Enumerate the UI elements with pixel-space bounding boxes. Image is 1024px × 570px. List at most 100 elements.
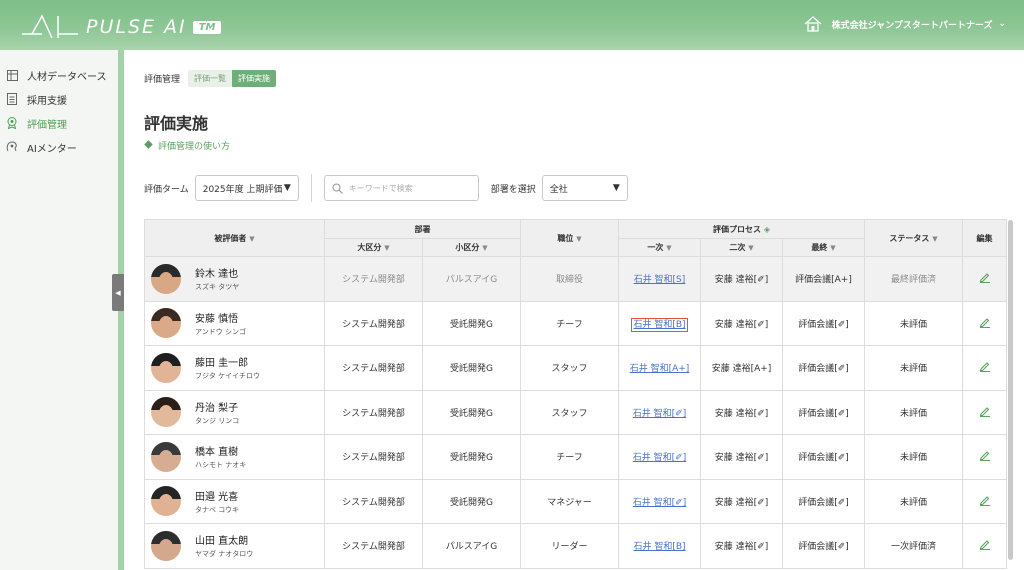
avatar bbox=[151, 352, 181, 383]
person-kana: アンドウ シンゴ bbox=[195, 327, 246, 336]
cell-first: 石井 智和[B] bbox=[618, 300, 701, 346]
edit-icon[interactable] bbox=[979, 449, 991, 462]
cell-edit bbox=[962, 300, 1008, 346]
tab-evaluation-run[interactable]: 評価実施 bbox=[232, 70, 277, 87]
cell-dept-minor: 受託開発G bbox=[422, 389, 521, 435]
person-name: 鈴木 達也 bbox=[195, 269, 239, 281]
table-row: 鈴木 達也 スズキ タツヤ システム開発部 パルスアイG 取締役 石井 智和[S… bbox=[144, 256, 1008, 302]
final-evaluator[interactable]: 評価会議[✐] bbox=[798, 320, 849, 330]
cell-evaluatee: 橋本 直樹 ハシモト ナオキ bbox=[144, 434, 325, 480]
sidebar-item-label: 評価管理 bbox=[27, 119, 67, 131]
breadcrumb-root: 評価管理 bbox=[144, 75, 181, 85]
second-evaluator[interactable]: 安藤 達裕[✐] bbox=[715, 275, 768, 285]
cell-position: マネジャー bbox=[520, 478, 619, 524]
person-name: 藤田 圭一郎 bbox=[195, 358, 249, 370]
table-row: 安藤 慎悟 アンドウ シンゴ システム開発部 受託開発G チーフ 石井 智和[B… bbox=[144, 300, 1008, 346]
first-evaluator-link[interactable]: 石井 智和[S] bbox=[634, 275, 686, 285]
cell-dept-minor: 受託開発G bbox=[422, 478, 521, 524]
tab-evaluation-list[interactable]: 評価一覧 bbox=[188, 70, 233, 87]
sidebar-item-recruiting[interactable]: 採用支援 bbox=[0, 87, 118, 111]
avatar bbox=[151, 397, 181, 428]
col-process: 評価プロセス ◈ bbox=[617, 219, 866, 239]
edit-icon[interactable] bbox=[979, 360, 991, 373]
person-name: 丹治 梨子 bbox=[195, 402, 239, 414]
col-second[interactable]: 二次 ▼ bbox=[700, 238, 783, 257]
col-dept-major[interactable]: 大区分 ▼ bbox=[324, 238, 423, 257]
term-label: 評価ターム bbox=[144, 184, 189, 195]
sort-icon: ▼ bbox=[666, 244, 672, 252]
sidebar-collapse-button[interactable]: ◀ bbox=[112, 274, 124, 311]
cell-edit bbox=[962, 345, 1008, 391]
col-status[interactable]: ステータス ▼ bbox=[864, 219, 964, 257]
sidebar-item-ai-mentor[interactable]: AIメンター bbox=[0, 135, 118, 159]
cell-edit bbox=[962, 478, 1008, 524]
person-name: 安藤 慎悟 bbox=[195, 313, 239, 325]
second-evaluator[interactable]: 安藤 達裕[✐] bbox=[715, 498, 768, 508]
howto-label: 評価管理の使い方 bbox=[158, 142, 231, 152]
sidebar-item-database[interactable]: 人材データベース bbox=[0, 63, 118, 87]
howto-link[interactable]: 評価管理の使い方 bbox=[144, 139, 230, 152]
term-select[interactable]: 2025年度 上期評価 ▼ bbox=[194, 175, 299, 201]
filter-bar: 評価ターム 2025年度 上期評価 ▼ 部署を選択 全社 ▼ bbox=[144, 174, 628, 202]
sidebar-item-evaluation[interactable]: 評価管理 bbox=[0, 111, 118, 135]
final-evaluator[interactable]: 評価会議[✐] bbox=[798, 542, 849, 552]
second-evaluator[interactable]: 安藤 達裕[✐] bbox=[715, 542, 768, 552]
first-evaluator-link[interactable]: 石井 智和[B] bbox=[631, 317, 688, 332]
cell-status: 未評価 bbox=[864, 389, 964, 435]
second-evaluator[interactable]: 安藤 達裕[✐] bbox=[715, 409, 768, 419]
final-evaluator[interactable]: 評価会議[✐] bbox=[798, 409, 849, 419]
avatar bbox=[151, 441, 181, 472]
first-evaluator-link[interactable]: 石井 智和[✐] bbox=[633, 409, 686, 419]
final-evaluator[interactable]: 評価会議[✐] bbox=[798, 364, 849, 374]
first-evaluator-link[interactable]: 石井 智和[B] bbox=[633, 542, 685, 552]
table-scrollbar[interactable] bbox=[1008, 220, 1013, 560]
edit-icon[interactable] bbox=[979, 316, 991, 328]
cell-first: 石井 智和[A+] bbox=[618, 345, 701, 391]
cell-final: 評価会議[✐] bbox=[781, 523, 866, 569]
search-input[interactable] bbox=[348, 183, 469, 193]
cell-second: 安藤 達裕[A+] bbox=[700, 345, 783, 391]
col-evaluatee[interactable]: 被評価者 ▼ bbox=[144, 219, 325, 257]
col-dept-minor[interactable]: 小区分 ▼ bbox=[422, 238, 521, 257]
sort-icon: ▼ bbox=[576, 234, 582, 243]
cell-status: 一次評価済 bbox=[864, 523, 964, 569]
company-switcher[interactable]: 株式会社ジャンプスタートパートナーズ ⌄ bbox=[804, 16, 1006, 32]
caret-down-icon: ▼ bbox=[283, 183, 291, 193]
avatar bbox=[151, 530, 181, 561]
logo-icon bbox=[22, 14, 78, 39]
cell-second: 安藤 達裕[✐] bbox=[700, 523, 783, 569]
col-first[interactable]: 一次 ▼ bbox=[618, 238, 701, 257]
edit-icon[interactable] bbox=[979, 405, 991, 417]
second-evaluator[interactable]: 安藤 達裕[A+] bbox=[712, 364, 772, 374]
final-evaluator[interactable]: 評価会議[✐] bbox=[798, 498, 849, 508]
person-name: 田邉 光喜 bbox=[195, 491, 239, 503]
cell-evaluatee: 田邉 光喜 タナベ コウキ bbox=[144, 478, 325, 524]
col-position[interactable]: 職位 ▼ bbox=[520, 219, 619, 257]
col-final[interactable]: 最終 ▼ bbox=[781, 238, 866, 257]
filter-divider bbox=[310, 174, 312, 202]
edit-icon[interactable] bbox=[979, 538, 991, 551]
cell-second: 安藤 達裕[✐] bbox=[700, 300, 783, 346]
first-evaluator-link[interactable]: 石井 智和[✐] bbox=[633, 498, 686, 508]
edit-icon[interactable] bbox=[979, 271, 991, 284]
search-box[interactable] bbox=[323, 175, 479, 201]
final-evaluator[interactable]: 評価会議[A+] bbox=[795, 275, 852, 285]
first-evaluator-link[interactable]: 石井 智和[A+] bbox=[630, 364, 690, 374]
second-evaluator[interactable]: 安藤 達裕[✐] bbox=[715, 320, 768, 330]
cell-final: 評価会議[✐] bbox=[781, 300, 866, 346]
second-evaluator[interactable]: 安藤 達裕[✐] bbox=[715, 453, 768, 463]
cell-first: 石井 智和[S] bbox=[618, 256, 701, 302]
cell-dept-major: システム開発部 bbox=[324, 434, 423, 480]
sidebar-item-label: 採用支援 bbox=[27, 95, 67, 107]
cell-evaluatee: 山田 直太朗 ヤマダ ナオタロウ bbox=[144, 523, 325, 569]
dept-label: 部署を選択 bbox=[490, 184, 536, 195]
cell-edit bbox=[962, 256, 1008, 302]
cell-dept-major: システム開発部 bbox=[324, 523, 423, 569]
cell-status: 未評価 bbox=[864, 434, 964, 480]
edit-icon[interactable] bbox=[979, 494, 991, 506]
first-evaluator-link[interactable]: 石井 智和[✐] bbox=[633, 453, 686, 463]
final-evaluator[interactable]: 評価会議[✐] bbox=[798, 453, 849, 463]
dept-select[interactable]: 全社 ▼ bbox=[541, 175, 628, 201]
logo[interactable]: PULSE AI TM bbox=[22, 12, 222, 42]
person-kana: ハシモト ナオキ bbox=[195, 461, 247, 470]
